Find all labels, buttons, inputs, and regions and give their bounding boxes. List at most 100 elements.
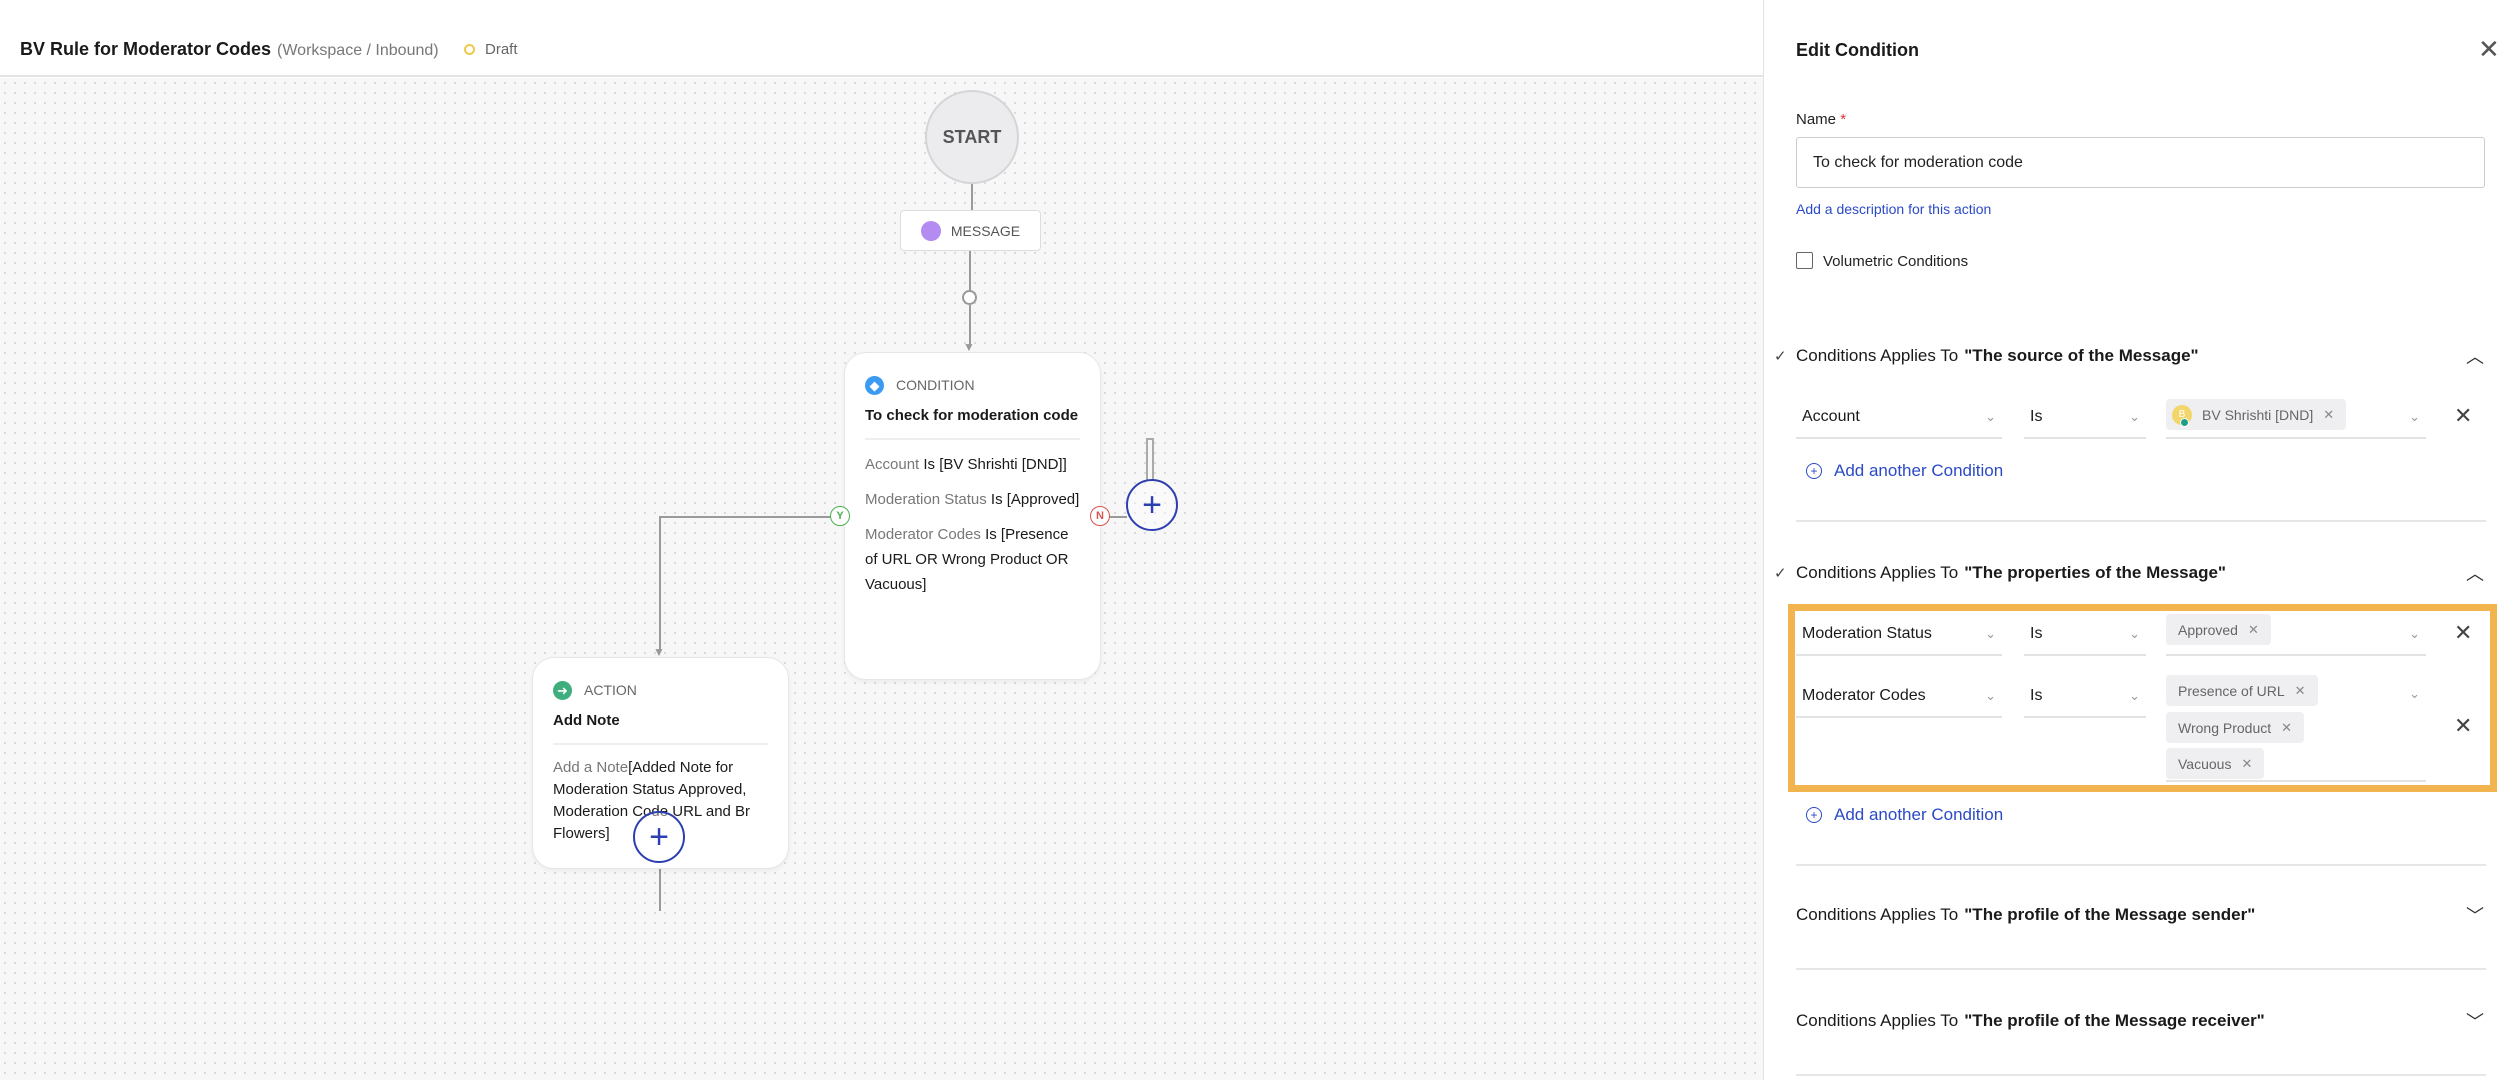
- rule-value: Is [Approved]: [986, 491, 1080, 508]
- volumetric-checkbox[interactable]: Volumetric Conditions: [1796, 252, 1968, 270]
- connector-node: [962, 290, 977, 305]
- remove-condition-icon[interactable]: ✕: [2454, 620, 2472, 646]
- remove-condition-icon[interactable]: ✕: [2454, 713, 2472, 739]
- condition-field-select[interactable]: Moderation Status ⌄: [1796, 614, 2002, 656]
- node-name: Add Note: [553, 709, 768, 745]
- field-value: Moderation Status: [1802, 625, 1932, 642]
- condition-field-select[interactable]: Account ⌄: [1796, 397, 2002, 439]
- plus-circle-icon: +: [1806, 807, 1822, 823]
- chevron-up-icon[interactable]: ︿: [2466, 343, 2484, 369]
- connector: [659, 869, 661, 911]
- plus-circle-icon: +: [1806, 463, 1822, 479]
- checkbox-icon[interactable]: [1796, 252, 1813, 269]
- rule-name: BV Rule for Moderator Codes: [20, 39, 272, 59]
- chip-label: Vacuous: [2178, 755, 2232, 772]
- chevron-down-icon: ⌄: [2409, 409, 2420, 424]
- status-text: Draft: [485, 41, 518, 58]
- section-source-header[interactable]: ✓ Conditions Applies To "The source of the…: [1774, 343, 2484, 369]
- operator-value: Is: [2030, 408, 2043, 425]
- name-input[interactable]: [1796, 137, 2485, 188]
- remove-chip-icon[interactable]: ✕: [2241, 756, 2252, 772]
- status-badge: Draft: [464, 41, 518, 58]
- divider: [1796, 864, 2486, 866]
- condition-field-select[interactable]: Moderator Codes ⌄: [1796, 676, 2002, 718]
- chevron-down-icon: ⌄: [2129, 409, 2140, 424]
- condition-rule: Moderation Status Is [Approved]: [865, 487, 1080, 512]
- status-dot-icon: [464, 44, 475, 55]
- add-condition-label: Add another Condition: [1834, 461, 2004, 480]
- condition-rule: Account Is [BV Shrishti [DND]]: [865, 452, 1080, 477]
- remove-chip-icon[interactable]: ✕: [2323, 407, 2334, 423]
- action-value-tail: Flowers]: [553, 825, 610, 842]
- check-icon: ✓: [1774, 348, 1787, 365]
- add-step-button[interactable]: +: [1126, 479, 1178, 531]
- section-properties-header[interactable]: ✓ Conditions Applies To "The properties of…: [1774, 560, 2484, 586]
- chip-label: Wrong Product: [2178, 719, 2272, 736]
- remove-chip-icon[interactable]: ✕: [2295, 683, 2306, 699]
- chip-label: Approved: [2178, 621, 2238, 638]
- required-marker: *: [1840, 111, 1847, 128]
- check-icon: ✓: [1774, 565, 1787, 582]
- connector: [969, 251, 971, 291]
- add-description-link[interactable]: Add a description for this action: [1796, 201, 1991, 217]
- section-prefix: Conditions Applies To: [1796, 905, 1959, 924]
- condition-icon: ◆: [865, 376, 884, 395]
- connector: [971, 184, 973, 210]
- chevron-down-icon: ⌄: [2409, 626, 2420, 641]
- section-target: "The properties of the Message": [1964, 563, 2226, 582]
- operator-select[interactable]: Is ⌄: [2024, 614, 2146, 656]
- remove-chip-icon[interactable]: ✕: [2281, 720, 2292, 736]
- close-icon[interactable]: ✕: [2478, 34, 2500, 65]
- add-condition-button[interactable]: + Add another Condition: [1806, 805, 2003, 825]
- condition-node[interactable]: ◆ CONDITION To check for moderation code …: [844, 352, 1101, 680]
- rule-title: BV Rule for Moderator Codes (Workspace / …: [20, 39, 439, 60]
- section-target: "The source of the Message": [1964, 346, 2199, 365]
- message-trigger-node[interactable]: MESSAGE: [900, 210, 1041, 251]
- operator-select[interactable]: Is ⌄: [2024, 676, 2146, 718]
- connector: [969, 305, 971, 345]
- section-receiver-header[interactable]: Conditions Applies To "The profile of the…: [1796, 1008, 2484, 1034]
- chevron-down-icon[interactable]: ﹀: [2466, 1008, 2484, 1034]
- chip-label: Presence of URL: [2178, 682, 2285, 699]
- field-value: Moderator Codes: [1802, 687, 1926, 704]
- chevron-down-icon: ⌄: [1985, 409, 1996, 424]
- rule-path: (Workspace / Inbound): [277, 42, 439, 59]
- operator-value: Is: [2030, 625, 2043, 642]
- operator-select[interactable]: Is ⌄: [2024, 397, 2146, 439]
- field-value: Account: [1802, 408, 1860, 425]
- start-node[interactable]: START: [925, 90, 1019, 184]
- section-sender-header[interactable]: Conditions Applies To "The profile of the…: [1796, 902, 2484, 928]
- panel-title: Edit Condition: [1796, 40, 1919, 60]
- chevron-down-icon: ⌄: [1985, 626, 1996, 641]
- no-badge: N: [1090, 506, 1110, 526]
- volumetric-label: Volumetric Conditions: [1823, 253, 1969, 270]
- add-step-button[interactable]: +: [633, 811, 685, 863]
- message-label: MESSAGE: [950, 222, 1021, 239]
- rule-key: Moderator Codes: [865, 526, 981, 543]
- rule-value: Is [BV Shrishti [DND]]: [919, 456, 1067, 473]
- add-condition-button[interactable]: + Add another Condition: [1806, 461, 2003, 481]
- operator-value: Is: [2030, 687, 2043, 704]
- condition-rule: Moderator Codes Is [Presence of URL OR W…: [865, 522, 1080, 597]
- yes-badge: Y: [830, 506, 850, 526]
- value-chip: Wrong Product ✕: [2166, 712, 2305, 743]
- section-target: "The profile of the Message receiver": [1964, 1011, 2265, 1030]
- node-type: CONDITION: [896, 377, 975, 393]
- value-chip: B BV Shrishti [DND] ✕: [2166, 399, 2347, 430]
- section-prefix: Conditions Applies To: [1796, 1011, 1959, 1030]
- rule-key: Account: [865, 456, 920, 473]
- remove-chip-icon[interactable]: ✕: [2248, 622, 2259, 638]
- header: BV Rule for Moderator Codes (Workspace / …: [0, 0, 1763, 77]
- section-prefix: Conditions Applies To: [1796, 346, 1959, 365]
- action-key: Add a Note: [553, 759, 629, 776]
- arrow-right-icon: ➜: [553, 681, 572, 700]
- chevron-down-icon: ⌄: [2129, 626, 2140, 641]
- chevron-up-icon[interactable]: ︿: [2466, 560, 2484, 586]
- remove-condition-icon[interactable]: ✕: [2454, 403, 2472, 429]
- online-dot-icon: [2180, 417, 2189, 427]
- edit-condition-panel: Edit Condition ✕ Name * Add a descriptio…: [1763, 0, 2520, 1080]
- node-name: To check for moderation code: [865, 404, 1080, 440]
- yes-branch-line: [659, 516, 844, 518]
- chevron-down-icon[interactable]: ﹀: [2466, 902, 2484, 928]
- yes-branch-line: [659, 516, 661, 651]
